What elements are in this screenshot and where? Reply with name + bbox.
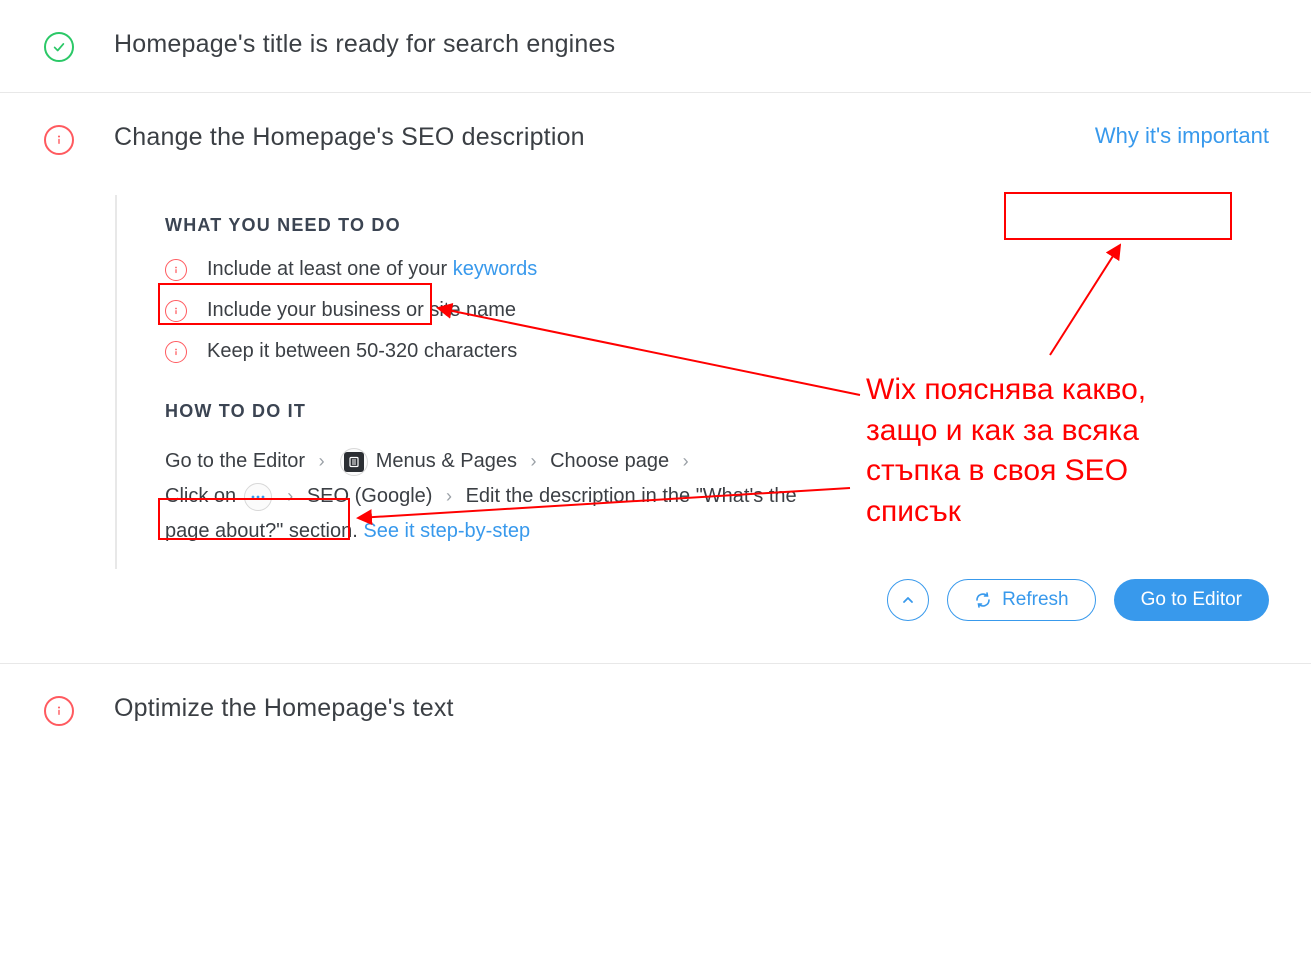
chevron-right-icon: › bbox=[523, 451, 545, 471]
how-to-do-it-heading: HOW TO DO IT bbox=[165, 401, 815, 422]
check-item: Include your business or site name bbox=[165, 299, 815, 322]
keywords-link[interactable]: keywords bbox=[453, 258, 537, 280]
check-item-text: Include at least one of your keywords bbox=[207, 258, 537, 281]
alert-icon bbox=[165, 341, 187, 363]
detail-panel: WHAT YOU NEED TO DO Include at least one… bbox=[115, 195, 815, 569]
why-important-link[interactable]: Why it's important bbox=[1095, 123, 1269, 149]
chevron-up-icon bbox=[901, 593, 915, 607]
more-dots-icon bbox=[244, 483, 272, 511]
row-title: Change the Homepage's SEO description bbox=[114, 123, 585, 152]
what-you-need-heading: WHAT YOU NEED TO DO bbox=[165, 215, 815, 236]
alert-icon bbox=[165, 259, 187, 281]
check-item: Keep it between 50-320 characters bbox=[165, 340, 815, 363]
row-title: Homepage's title is ready for search eng… bbox=[114, 30, 615, 59]
alert-icon bbox=[44, 125, 74, 155]
menus-pages-icon bbox=[340, 448, 368, 476]
refresh-icon bbox=[974, 591, 992, 609]
checklist-row-optimize-text[interactable]: Optimize the Homepage's text bbox=[0, 664, 1311, 756]
instructions-text: Go to the Editor › Menus & Pages › Choos… bbox=[165, 444, 805, 549]
checkmark-icon bbox=[44, 32, 74, 62]
check-item: Include at least one of your keywords bbox=[165, 258, 815, 281]
checklist-row-seo-description: Change the Homepage's SEO description Wh… bbox=[0, 93, 1311, 664]
row-title: Optimize the Homepage's text bbox=[114, 694, 454, 723]
see-step-by-step-link[interactable]: See it step-by-step bbox=[363, 520, 530, 542]
go-to-editor-button[interactable]: Go to Editor bbox=[1114, 579, 1269, 621]
check-item-text: Keep it between 50-320 characters bbox=[207, 340, 517, 363]
alert-icon bbox=[44, 696, 74, 726]
refresh-button[interactable]: Refresh bbox=[947, 579, 1096, 621]
chevron-right-icon: › bbox=[438, 486, 460, 506]
check-item-text: Include your business or site name bbox=[207, 299, 516, 322]
alert-icon bbox=[165, 300, 187, 322]
checklist-row-title-ready[interactable]: Homepage's title is ready for search eng… bbox=[0, 0, 1311, 93]
chevron-right-icon: › bbox=[675, 451, 697, 471]
chevron-right-icon: › bbox=[279, 486, 301, 506]
chevron-right-icon: › bbox=[311, 451, 333, 471]
action-row: Refresh Go to Editor bbox=[0, 569, 1311, 664]
collapse-button[interactable] bbox=[887, 579, 929, 621]
